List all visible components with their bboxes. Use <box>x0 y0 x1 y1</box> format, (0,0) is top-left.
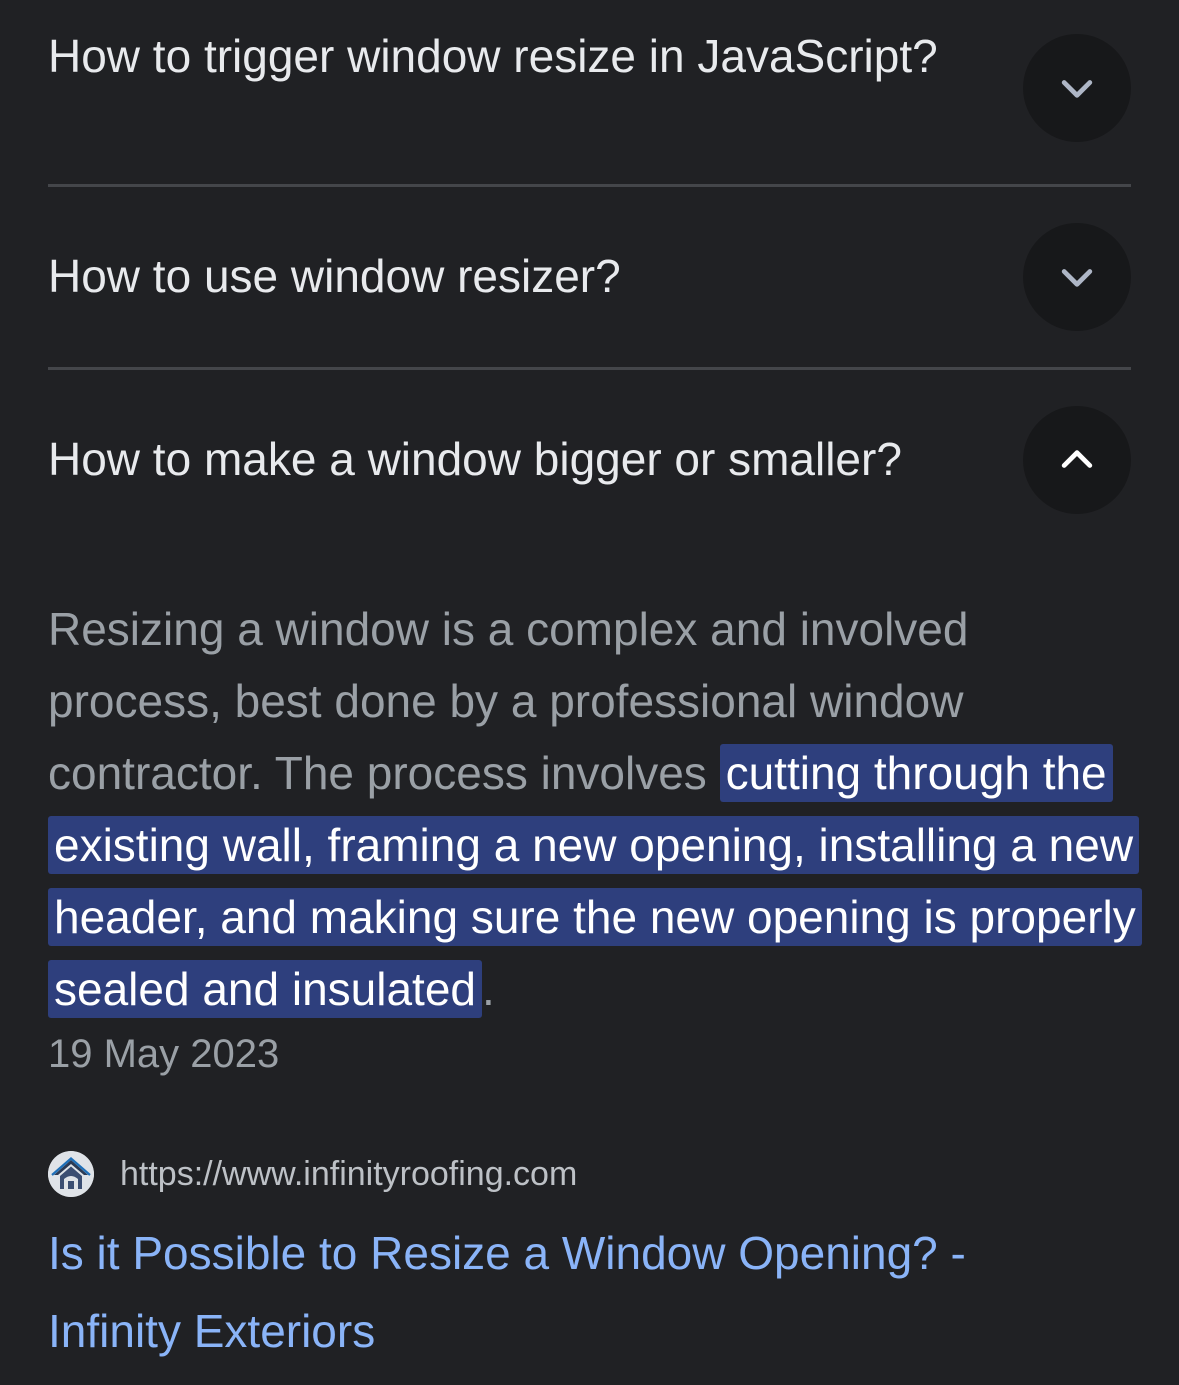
source-url[interactable]: https://www.infinityroofing.com <box>120 1151 577 1197</box>
chevron-down-icon <box>1061 269 1093 287</box>
expand-toggle-button[interactable] <box>1023 34 1131 142</box>
chevron-up-icon <box>1061 450 1093 468</box>
faq-item-trigger-resize[interactable]: How to trigger window resize in JavaScri… <box>48 0 1131 184</box>
faq-question[interactable]: How to trigger window resize in JavaScri… <box>48 26 988 87</box>
faq-question[interactable]: How to make a window bigger or smaller? <box>48 429 988 490</box>
faq-answer-snippet: Resizing a window is a complex and invol… <box>48 593 1142 1025</box>
house-logo-icon <box>48 1151 94 1197</box>
faq-item-window-resizer[interactable]: How to use window resizer? <box>48 187 1131 368</box>
collapse-toggle-button[interactable] <box>1023 406 1131 514</box>
result-title-link[interactable]: Is it Possible to Resize a Window Openin… <box>48 1214 1108 1370</box>
answer-date: 19 May 2023 <box>48 1032 280 1076</box>
faq-question[interactable]: How to use window resizer? <box>48 246 988 307</box>
source-row[interactable]: https://www.infinityroofing.com <box>48 1150 577 1198</box>
chevron-down-icon <box>1061 80 1093 98</box>
expand-toggle-button[interactable] <box>1023 223 1131 331</box>
faq-item-bigger-smaller[interactable]: How to make a window bigger or smaller? <box>48 370 1131 570</box>
answer-text-end: . <box>482 963 495 1015</box>
search-results-page: How to trigger window resize in JavaScri… <box>0 0 1179 1385</box>
